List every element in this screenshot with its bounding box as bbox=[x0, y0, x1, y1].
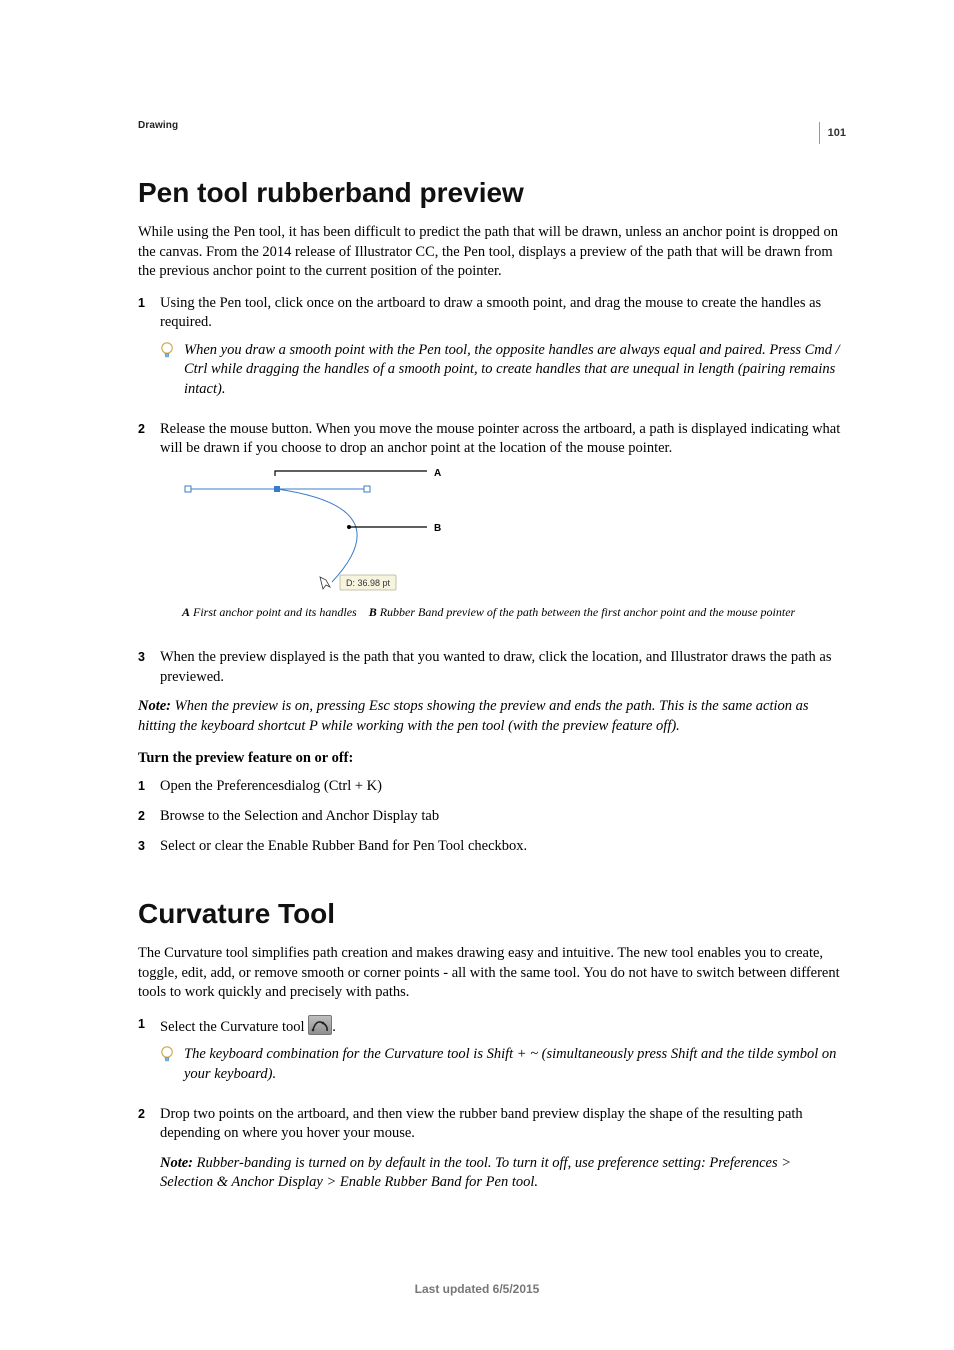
step-text: Release the mouse button. When you move … bbox=[160, 421, 840, 457]
step-number: 1 bbox=[138, 777, 160, 797]
subheading: Turn the preview feature on or off: bbox=[138, 750, 846, 767]
tip-block: When you draw a smooth point with the Pe… bbox=[160, 341, 846, 400]
step-number: 2 bbox=[138, 420, 160, 639]
caption-text-a: First anchor point and its handles bbox=[193, 605, 357, 619]
tip-block: The keyboard combination for the Curvatu… bbox=[160, 1045, 846, 1084]
footer-last-updated: Last updated 6/5/2015 bbox=[0, 1282, 954, 1296]
caption-text-b: Rubber Band preview of the path between … bbox=[380, 605, 796, 619]
intro-paragraph: While using the Pen tool, it has been di… bbox=[138, 223, 846, 282]
step-number: 3 bbox=[138, 837, 160, 857]
rubberband-figure: A B D: 36.98 pt bbox=[182, 467, 846, 597]
note-text: Rubber-banding is turned on by default i… bbox=[160, 1155, 791, 1191]
figure-label-b: B bbox=[434, 523, 441, 534]
step-text: Drop two points on the artboard, and the… bbox=[160, 1106, 803, 1142]
intro-paragraph: The Curvature tool simplifies path creat… bbox=[138, 944, 846, 1003]
tip-text: The keyboard combination for the Curvatu… bbox=[184, 1045, 846, 1084]
note-label: Note: bbox=[138, 698, 171, 714]
note-block: Note: When the preview is on, pressing E… bbox=[138, 697, 846, 736]
section-title-pen-rubberband: Pen tool rubberband preview bbox=[138, 177, 846, 209]
step-text: When the preview displayed is the path t… bbox=[160, 649, 832, 685]
lightbulb-icon bbox=[160, 1046, 174, 1064]
step-text-pre: Select the Curvature tool bbox=[160, 1019, 308, 1035]
caption-key-a: A bbox=[182, 605, 190, 619]
step-text-post: . bbox=[332, 1019, 336, 1035]
caption-key-b: B bbox=[369, 605, 377, 619]
step-text: Using the Pen tool, click once on the ar… bbox=[160, 295, 821, 331]
step-number: 2 bbox=[138, 807, 160, 827]
step-number: 2 bbox=[138, 1105, 160, 1207]
section-title-curvature: Curvature Tool bbox=[138, 898, 846, 930]
figure-caption: A First anchor point and its handles B R… bbox=[182, 605, 846, 621]
note-label: Note: bbox=[160, 1155, 193, 1171]
chapter-header: Drawing bbox=[138, 120, 846, 131]
figure-tooltip: D: 36.98 pt bbox=[346, 578, 391, 588]
step-number: 1 bbox=[138, 294, 160, 410]
note-block: Note: Rubber-banding is turned on by def… bbox=[160, 1154, 846, 1193]
page-number-text: 101 bbox=[828, 127, 846, 139]
step-text: Select or clear the Enable Rubber Band f… bbox=[160, 838, 527, 854]
step-text: Open the Preferencesdialog (Ctrl + K) bbox=[160, 778, 382, 794]
curvature-tool-icon bbox=[308, 1015, 332, 1035]
step-text: Browse to the Selection and Anchor Displ… bbox=[160, 808, 439, 824]
step-number: 3 bbox=[138, 648, 160, 687]
tip-text: When you draw a smooth point with the Pe… bbox=[184, 341, 846, 400]
page-number: 101 bbox=[819, 122, 846, 144]
figure-label-a: A bbox=[434, 468, 441, 479]
note-text: When the preview is on, pressing Esc sto… bbox=[138, 698, 809, 734]
step-number: 1 bbox=[138, 1015, 160, 1095]
lightbulb-icon bbox=[160, 342, 174, 360]
